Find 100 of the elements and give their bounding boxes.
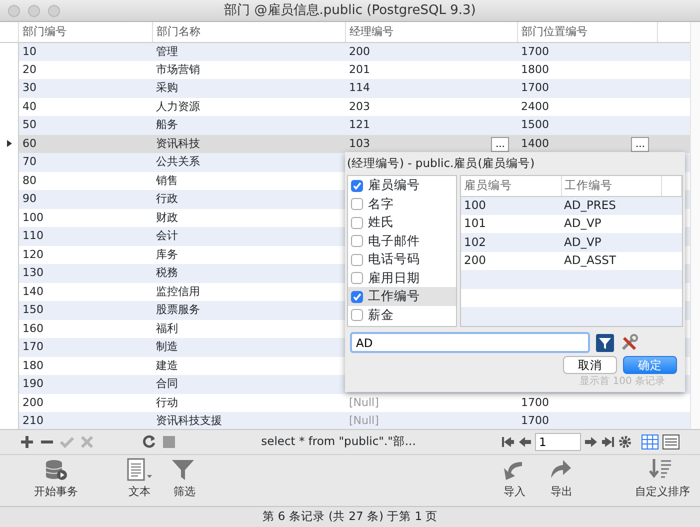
last-page-icon[interactable]	[601, 435, 615, 449]
toolbar-label: 开始事务	[34, 484, 78, 500]
table-cell: 合同	[156, 377, 178, 390]
checkbox[interactable]	[351, 180, 363, 192]
table-cell: 1400	[521, 136, 549, 150]
table-cell: 2400	[521, 100, 549, 113]
checkbox[interactable]	[351, 235, 363, 247]
table-cell: 102	[464, 234, 486, 249]
filter-icon[interactable]	[596, 334, 614, 352]
field-label: 薪金	[368, 306, 394, 324]
table-cell: 101	[464, 216, 486, 230]
query-text: select * from "public"."部...	[261, 434, 416, 448]
checkbox[interactable]	[351, 216, 363, 228]
table-cell: 203	[349, 100, 370, 113]
table-cell: 1700	[521, 396, 549, 409]
ellipsis-button[interactable]: ...	[491, 136, 509, 152]
field-label: 名字	[368, 194, 394, 213]
column-header[interactable]: 部门名称	[152, 22, 345, 42]
toolbar-label: 导出	[550, 484, 572, 500]
checkbox[interactable]	[351, 290, 363, 302]
column-header[interactable]: 部门编号	[18, 22, 152, 42]
toolbar-button[interactable]: 导入	[501, 458, 528, 500]
settings-icon[interactable]	[618, 435, 632, 449]
first-page-icon[interactable]	[501, 435, 515, 449]
status-text: 第 6 条记录 (共 27 条) 于第 1 页	[262, 508, 438, 526]
field-label: 电话号码	[368, 250, 420, 268]
column-header[interactable]: 部门位置编号	[517, 22, 657, 42]
table-cell: 福利	[156, 322, 178, 335]
table-cell: AD_VP	[564, 234, 602, 249]
table-cell: 170	[22, 340, 44, 354]
table-cell: 1700	[521, 81, 549, 94]
form-view-icon[interactable]	[662, 434, 680, 450]
table-cell: 1700	[521, 414, 549, 428]
checkbox[interactable]	[351, 198, 363, 210]
table-cell: 税務	[156, 266, 178, 280]
checkbox[interactable]	[351, 254, 363, 266]
toolbar-button[interactable]: 开始事务	[34, 458, 78, 500]
field-list-item[interactable]: 名字	[348, 194, 456, 214]
cancel-button[interactable]: 取消	[563, 356, 617, 374]
field-list-item[interactable]: 雇员编号	[348, 176, 456, 195]
next-page-icon[interactable]	[584, 435, 598, 449]
table-cell: 制造	[156, 340, 178, 354]
column-header[interactable]: 工作编号	[561, 176, 661, 196]
field-list-item[interactable]: 姓氏	[348, 213, 456, 232]
table-cell: 建造	[156, 358, 178, 372]
field-label: 雇用日期	[368, 268, 420, 287]
table-cell: 采购	[156, 81, 178, 94]
table-cell: 管理	[156, 44, 178, 58]
previous-page-icon[interactable]	[518, 435, 532, 449]
tools-icon[interactable]	[620, 334, 638, 352]
check-icon[interactable]	[60, 435, 74, 449]
toolbar-button[interactable]: 导出	[548, 458, 575, 500]
toolbar-label: 文本	[128, 484, 150, 500]
filter-field[interactable]: AD	[350, 332, 590, 354]
stop-icon[interactable]	[162, 435, 176, 449]
table-cell: 市场营销	[156, 62, 200, 76]
table-cell: 40	[22, 100, 36, 113]
table-cell: 110	[22, 229, 44, 242]
field-list-item[interactable]: 电子邮件	[348, 232, 456, 250]
table-cell: 销售	[156, 174, 178, 187]
field-list-item[interactable]: 电话号码	[348, 250, 456, 269]
window-title: 部门 @雇员信息.public (PostgreSQL 9.3)	[224, 2, 476, 18]
page-field[interactable]: 1	[535, 433, 581, 451]
field-list-item[interactable]: 雇用日期	[348, 268, 456, 288]
checkbox[interactable]	[351, 309, 363, 321]
table-cell: 人力资源	[156, 100, 200, 113]
table-cell: 200	[464, 253, 486, 268]
table-cell: 资讯科技	[156, 136, 200, 150]
field-list-item[interactable]: 工作编号	[348, 287, 456, 306]
table-cell: 80	[22, 174, 36, 187]
grid-view-icon[interactable]	[641, 434, 659, 450]
table-cell: 201	[349, 62, 370, 76]
table-cell: 库务	[156, 248, 178, 261]
table-cell: 150	[22, 303, 44, 316]
toolbar-button[interactable]: 筛选	[171, 458, 198, 500]
table-cell: 20	[22, 62, 36, 76]
row-indicator-icon	[6, 140, 12, 148]
table-cell: 121	[349, 118, 370, 132]
table-cell: 90	[22, 192, 36, 206]
field-list-item[interactable]: 薪金	[348, 306, 456, 324]
table-cell: 50	[22, 118, 36, 132]
ellipsis-button[interactable]: ...	[631, 136, 649, 152]
table-cell: AD_PRES	[564, 198, 616, 212]
toolbar-button[interactable]: 自定义排序	[635, 458, 690, 500]
table-cell: 114	[349, 81, 370, 94]
column-header[interactable]: 经理编号	[345, 22, 517, 42]
table-cell: 1500	[521, 118, 549, 132]
column-header[interactable]: 雇员编号	[461, 176, 561, 196]
table-cell: 船务	[156, 118, 178, 132]
toolbar-label: 自定义排序	[635, 484, 690, 500]
toolbar-button[interactable]: 文本	[126, 458, 153, 500]
popup-title: (经理编号) - public.雇员(雇员编号)	[347, 155, 536, 172]
refresh-icon[interactable]	[142, 435, 156, 449]
table-cell: 140	[22, 284, 44, 298]
checkbox[interactable]	[351, 272, 363, 284]
table-cell: 1700	[521, 44, 549, 58]
table-cell: 120	[22, 248, 44, 261]
add-icon[interactable]	[20, 435, 34, 449]
field-label: 电子邮件	[368, 232, 420, 250]
table-cell: 30	[22, 81, 36, 94]
